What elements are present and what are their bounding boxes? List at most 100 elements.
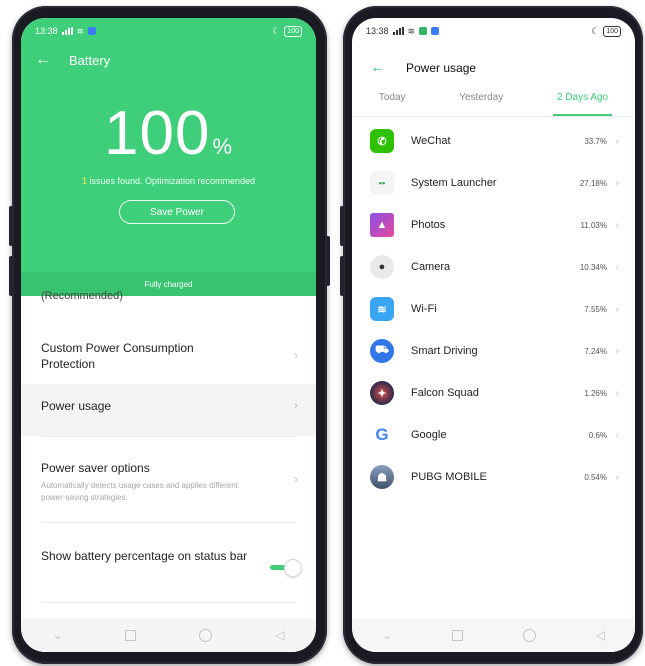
app-row[interactable]: ✆ WeChat 33.7% › [352, 120, 635, 162]
tab-yesterday[interactable]: Yesterday [459, 92, 503, 116]
battery-percent-value: 100 [103, 99, 211, 168]
app-notification-icon [88, 27, 97, 35]
menu-icon[interactable]: ⌄ [52, 628, 62, 642]
page-title: Battery [69, 52, 111, 68]
back-triangle-icon[interactable]: ◁ [275, 628, 284, 642]
power-saver-label: Power saver options [41, 461, 150, 475]
volume-button [340, 206, 344, 246]
app-row[interactable]: G Google 0.6% › [352, 414, 635, 456]
chevron-right-icon: › [615, 471, 619, 483]
wifi-icon: ≋ [407, 25, 416, 36]
battery-icon: 100 [603, 25, 621, 37]
power-usage-item[interactable]: Power usage › [21, 384, 316, 436]
phone-right: 13:38 ≋ ☾ 100 ← Power usage Today Yester… [340, 6, 643, 664]
volume-button [9, 206, 13, 246]
page-title: Power usage [406, 61, 477, 75]
app-row[interactable]: ● Camera 10.34% › [352, 246, 635, 288]
home-icon[interactable] [199, 628, 213, 642]
back-arrow-icon[interactable]: ← [35, 52, 51, 68]
divider [41, 522, 296, 523]
app-name: Falcon Squad [411, 387, 479, 399]
chevron-right-icon: › [294, 348, 298, 362]
chevron-right-icon: › [615, 303, 619, 315]
battery-hero: 13:38 ≋ ☾ 100 ← Battery 100% 1 issues fo… [21, 18, 316, 296]
status-bar: 13:38 ≋ ☾ 100 [352, 18, 635, 44]
chevron-right-icon: › [615, 387, 619, 399]
back-arrow-icon[interactable]: ← [370, 60, 386, 76]
app-name: Photos [411, 219, 446, 231]
app-name: WeChat [411, 135, 451, 147]
launcher-icon: ▪▪ [370, 171, 394, 195]
day-tabs: Today Yesterday 2 Days Ago [352, 92, 635, 116]
status-time: 13:38 [35, 26, 58, 36]
save-power-button[interactable]: Save Power [119, 200, 235, 224]
car-icon: ⛟ [370, 339, 394, 363]
chevron-right-icon: › [294, 472, 298, 486]
power-saver-item[interactable]: Power saver options Automatically detect… [21, 460, 316, 504]
camera-icon: ● [370, 255, 394, 279]
show-percentage-item: Show battery percentage on status bar [21, 548, 316, 577]
cut-off-item: (Recommended) [41, 290, 123, 302]
volume-button [9, 256, 13, 296]
wifi-icon: ≋ [370, 297, 394, 321]
power-button [326, 236, 330, 286]
recents-icon[interactable] [451, 629, 463, 641]
app-percent: 0.54% [584, 472, 607, 482]
app-percent: 1.26% [584, 388, 607, 398]
chevron-right-icon: › [615, 177, 619, 189]
battery-percent-unit: % [212, 134, 233, 159]
status-bar: 13:38 ≋ ☾ 100 [21, 18, 316, 44]
chevron-right-icon: › [294, 398, 298, 412]
app-name: Smart Driving [411, 345, 478, 357]
app-row[interactable]: ≋ Wi-Fi 7.55% › [352, 288, 635, 330]
app-row[interactable]: ▪▪ System Launcher 27.18% › [352, 162, 635, 204]
app-row[interactable]: ☗ PUBG MOBILE 0.54% › [352, 456, 635, 498]
app-percent: 7.55% [584, 304, 607, 314]
divider [41, 436, 296, 437]
app-percent: 33.7% [584, 136, 607, 146]
app-row[interactable]: ✦ Falcon Squad 1.26% › [352, 372, 635, 414]
app-percent: 27.18% [579, 178, 607, 188]
app-percent: 10.34% [579, 262, 607, 272]
app-name: Camera [411, 261, 451, 273]
power-usage-screen: 13:38 ≋ ☾ 100 ← Power usage Today Yester… [352, 18, 635, 652]
app-notification-icon [419, 27, 428, 35]
status-time: 13:38 [366, 26, 389, 36]
app-name: Wi-Fi [411, 303, 437, 315]
recents-icon[interactable] [125, 629, 137, 641]
issues-text: 1 issues found. Optimization recommended [21, 176, 316, 186]
app-percent: 11.03% [580, 220, 607, 230]
show-percentage-label: Show battery percentage on status bar [41, 549, 248, 563]
custom-protection-item[interactable]: Custom Power Consumption Protection › [21, 340, 316, 372]
pubg-icon: ☗ [370, 465, 394, 489]
battery-screen: 13:38 ≋ ☾ 100 ← Battery 100% 1 issues fo… [21, 18, 316, 652]
app-notification-icon [431, 27, 440, 35]
moon-icon: ☾ [591, 25, 600, 36]
custom-protection-label: Custom Power Consumption Protection [41, 341, 194, 371]
volume-button [340, 256, 344, 296]
power-usage-label: Power usage [41, 399, 112, 413]
app-name: Google [411, 429, 447, 441]
chevron-right-icon: › [615, 345, 619, 357]
stage: 13:38 ≋ ☾ 100 ← Battery 100% 1 issues fo… [0, 0, 645, 666]
tab-2-days-ago[interactable]: 2 Days Ago [552, 92, 613, 116]
tab-today[interactable]: Today [379, 92, 406, 116]
moon-icon: ☾ [272, 25, 281, 36]
issues-message: issues found. Optimization recommended [86, 176, 256, 186]
falcon-squad-icon: ✦ [370, 381, 394, 405]
chevron-right-icon: › [615, 135, 619, 147]
home-icon[interactable] [522, 628, 536, 642]
chevron-right-icon: › [615, 429, 619, 441]
divider [41, 602, 296, 603]
app-row[interactable]: ⛟ Smart Driving 7.24% › [352, 330, 635, 372]
photos-icon: ▲ [370, 213, 394, 237]
navigation-bar: ⌄ ◁ [21, 618, 316, 652]
app-name: System Launcher [411, 177, 497, 189]
app-percent: 0.6% [588, 430, 607, 440]
app-row[interactable]: ▲ Photos 11.03% › [352, 204, 635, 246]
back-triangle-icon[interactable]: ◁ [596, 628, 605, 642]
app-percent: 7.24% [584, 346, 607, 356]
phone-left: 13:38 ≋ ☾ 100 ← Battery 100% 1 issues fo… [9, 6, 330, 664]
menu-icon[interactable]: ⌄ [382, 628, 392, 642]
show-percentage-toggle[interactable] [270, 559, 302, 577]
